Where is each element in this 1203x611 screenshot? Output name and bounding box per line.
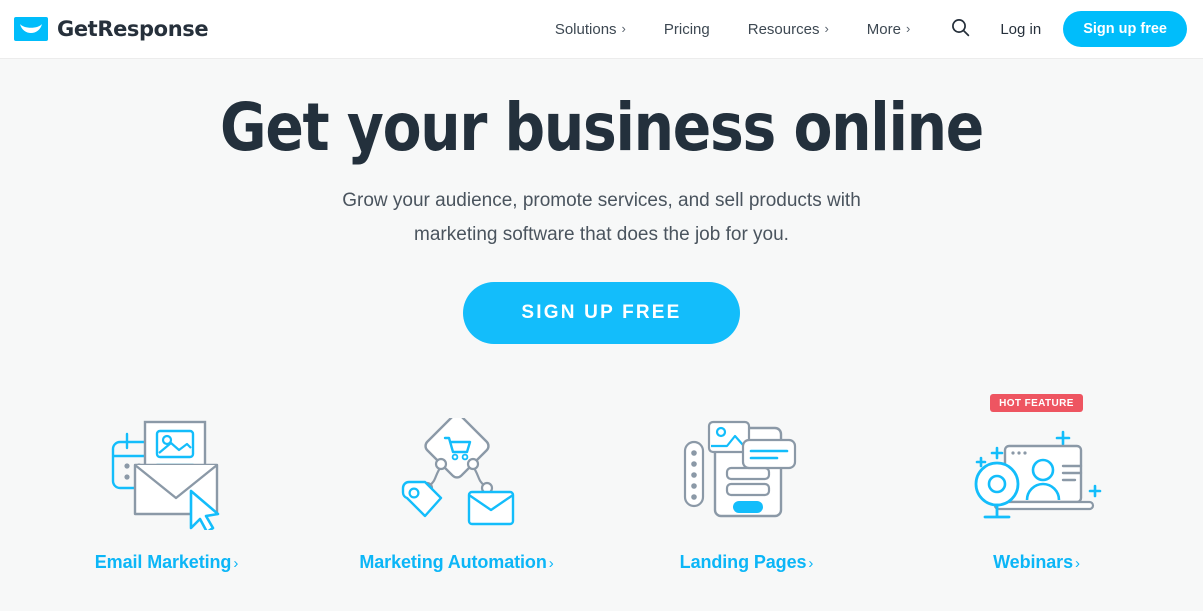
feature-label-text: Landing Pages: [679, 552, 807, 573]
marketing-automation-icon: [312, 416, 602, 532]
feature-webinars[interactable]: HOT FEATURE Webinars ›: [892, 390, 1182, 573]
badge-slot: [312, 390, 602, 416]
brand-name: GetResponse: [57, 17, 209, 41]
hero-subtitle-line-1: Grow your audience, promote services, an…: [342, 190, 861, 212]
feature-email-marketing[interactable]: Email Marketing ›: [22, 390, 312, 573]
search-button[interactable]: [929, 18, 986, 40]
nav-item-label: Solutions: [554, 20, 617, 38]
login-link[interactable]: Log in: [986, 21, 1055, 38]
email-marketing-icon: [22, 416, 312, 532]
nav-item-label: More: [866, 20, 901, 38]
chevron-right-icon: ›: [621, 20, 626, 36]
chevron-right-icon: ›: [808, 555, 814, 573]
nav-item-pricing[interactable]: Pricing: [645, 21, 729, 38]
nav-item-label: Pricing: [663, 20, 710, 38]
feature-label: Landing Pages ›: [602, 552, 892, 573]
chevron-right-icon: ›: [548, 555, 554, 573]
nav-item-resources[interactable]: Resources ›: [729, 21, 848, 38]
chevron-right-icon: ›: [233, 555, 239, 573]
site-header: GetResponse Solutions › Pricing Resource…: [0, 0, 1203, 58]
envelope-logo-icon: [14, 17, 48, 41]
badge-slot: HOT FEATURE: [892, 390, 1182, 416]
nav-item-solutions[interactable]: Solutions ›: [536, 21, 645, 38]
feature-landing-pages[interactable]: Landing Pages ›: [602, 390, 892, 573]
webinars-icon: [892, 416, 1182, 532]
signup-free-button[interactable]: Sign up free: [1063, 11, 1187, 47]
chevron-right-icon: ›: [1075, 555, 1080, 573]
hero-subtitle-line-2: marketing software that does the job for…: [414, 224, 789, 246]
hero-signup-free-button[interactable]: SIGN UP FREE: [463, 282, 740, 345]
brand-logo[interactable]: GetResponse: [14, 17, 209, 41]
feature-label-text: Email Marketing: [94, 552, 232, 573]
badge-slot: [602, 390, 892, 416]
nav-item-label: Resources: [747, 20, 820, 38]
feature-label-text: Webinars: [993, 552, 1073, 573]
hero-section: Get your business online Grow your audie…: [0, 59, 1203, 345]
hot-feature-badge: HOT FEATURE: [990, 394, 1083, 413]
feature-label: Webinars ›: [892, 552, 1182, 573]
search-icon: [951, 18, 970, 40]
feature-label: Email Marketing ›: [22, 552, 312, 573]
feature-label-text: Marketing Automation: [359, 552, 547, 573]
badge-slot: [22, 390, 312, 416]
page-title: Get your business online: [220, 89, 984, 166]
feature-links-row: Email Marketing › Marketing Automation ›…: [0, 390, 1203, 573]
main-navigation: Solutions › Pricing Resources › More › L…: [536, 11, 1187, 47]
hero-subtitle: Grow your audience, promote services, an…: [282, 184, 922, 252]
chevron-right-icon: ›: [905, 20, 911, 36]
nav-item-more[interactable]: More ›: [848, 21, 930, 38]
landing-pages-icon: [602, 416, 892, 532]
chevron-right-icon: ›: [824, 20, 829, 36]
feature-marketing-automation[interactable]: Marketing Automation ›: [312, 390, 602, 573]
feature-label: Marketing Automation ›: [312, 552, 602, 573]
